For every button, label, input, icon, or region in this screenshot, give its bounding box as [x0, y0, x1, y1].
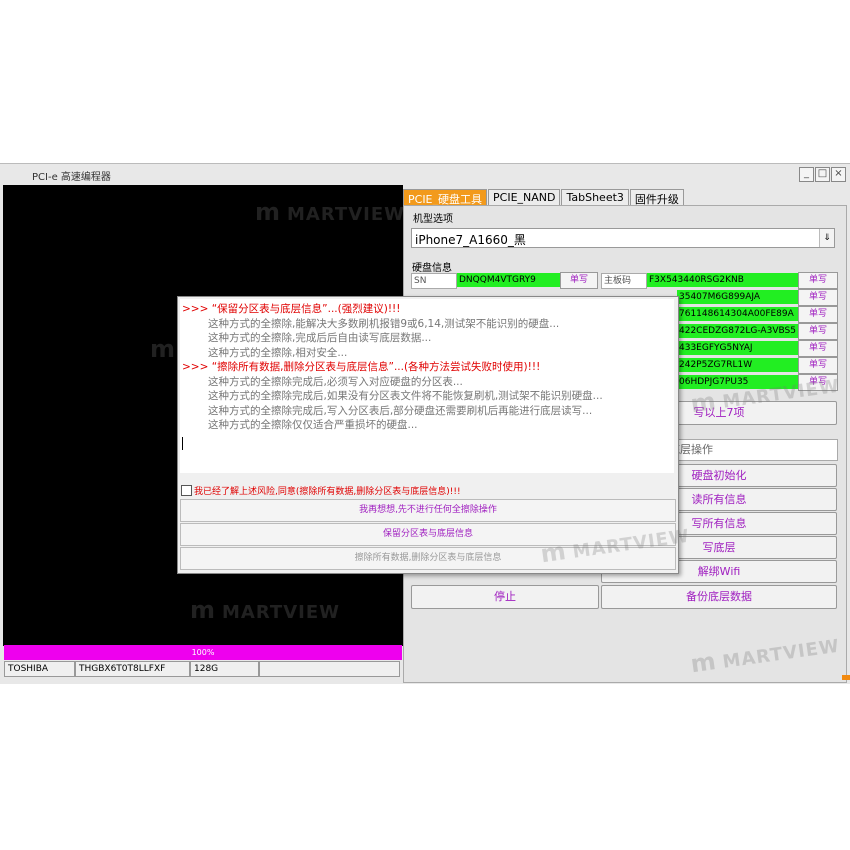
erase-all-option-detail: 这种方式的全擦除完成后,必须写入对应硬盘的分区表... [208, 375, 463, 388]
keep-option-detail: 这种方式的全擦除,能解决大多数刷机报错9或6,14,测试架不能识别的硬盘... [208, 317, 560, 330]
model-group-label: 机型选项 [413, 214, 453, 225]
keep-option-detail: 这种方式的全擦除,完成后后自由读写底层数据... [208, 332, 432, 344]
risk-consent[interactable]: 我已经了解上述风险,同意(擦除所有数据,删除分区表与底层信息)!!! [181, 484, 461, 497]
erase-all-option-detail: 这种方式的全擦除完成后,如果没有分区表文件将不能恢复刷机,测试架不能识别硬盘..… [208, 390, 603, 402]
close-icon[interactable]: × [831, 167, 846, 182]
model-select[interactable]: iPhone7_A1660_黑 ⇓ [411, 228, 835, 248]
sn-value: DNQQM4VTGRY9 [457, 273, 561, 287]
risk-consent-label: 我已经了解上述风险,同意(擦除所有数据,删除分区表与底层信息)!!! [194, 487, 461, 497]
text-caret [182, 436, 183, 450]
tab-tabsheet3[interactable]: TabSheet3 [561, 189, 629, 206]
chevron-down-icon[interactable]: ⇓ [819, 229, 834, 247]
status-bar: TOSHIBA THGBX6T0T8LLFXF 128G [4, 661, 400, 677]
status-extra [259, 661, 400, 677]
info-write-button-3[interactable]: 单写 [798, 323, 838, 340]
backup-layer-data-button[interactable]: 备份底层数据 [601, 585, 837, 609]
progress-label: 100% [191, 648, 215, 657]
info-value-5: 242P5ZG7RL1W [677, 358, 799, 372]
info-write-button-4[interactable]: 单写 [798, 340, 838, 357]
tab-pcie-nand[interactable]: PCIE_NAND [488, 189, 561, 206]
info-write-button-1[interactable]: 单写 [798, 289, 838, 306]
window-accent-bottom [842, 675, 850, 680]
progress-bar: 100% [4, 645, 402, 660]
erase-all-option-title: >>> “擦除所有数据,删除分区表与底层信息”...(各种方法尝试失败时使用)!… [182, 361, 541, 373]
title-bar: PCI-e 高速编程器 _ □ × [0, 164, 850, 184]
watermark: m MARTVIEW [255, 198, 405, 226]
board-write-button[interactable]: 单写 [798, 272, 838, 289]
keep-option-title: >>> “保留分区表与底层信息”...(强烈建议)!!! [182, 303, 401, 315]
layer-ops-label: 底层操作 [664, 439, 838, 461]
cancel-erase-button[interactable]: 我再想想,先不进行任何全擦除操作 [180, 499, 676, 522]
status-model: THGBX6T0T8LLFXF [75, 661, 190, 677]
erase-all-option-detail: 这种方式的全擦除仅仅适合严重损坏的硬盘... [208, 419, 418, 431]
keep-option-detail: 这种方式的全擦除,相对安全... [208, 346, 348, 359]
tab-bar: PCIE_硬盘工具 PCIE_NAND TabSheet3 固件升级 [403, 189, 685, 206]
tab-pcie-disk-tool[interactable]: PCIE_硬盘工具 [403, 189, 488, 206]
info-value-3: 422CEDZG872LG-A3VBS5 [677, 324, 799, 338]
window-controls: _ □ × [799, 167, 846, 182]
risk-consent-checkbox[interactable] [181, 485, 192, 496]
info-value-2: 761148614304A00FE89A [677, 307, 799, 321]
minimize-icon[interactable]: _ [799, 167, 814, 182]
window-title: PCI-e 高速编程器 [32, 172, 111, 183]
sn-label: SN [411, 273, 457, 289]
tab-firmware-upgrade[interactable]: 固件升级 [629, 189, 684, 206]
info-value-1: 35407M6G899AJA [677, 290, 799, 304]
model-select-value: iPhone7_A1660_黑 [415, 233, 526, 247]
watermark: m [150, 335, 177, 363]
status-vendor: TOSHIBA [4, 661, 75, 677]
status-capacity: 128G [190, 661, 259, 677]
sn-write-button[interactable]: 单写 [560, 272, 598, 289]
watermark: m MARTVIEW [190, 596, 340, 624]
board-value: F3X543440RSG2KNB [647, 273, 799, 287]
stop-button[interactable]: 停止 [411, 585, 599, 609]
dialog-message: >>> “保留分区表与底层信息”...(强烈建议)!!! 这种方式的全擦除,能解… [180, 299, 674, 473]
erase-all-option-detail: 这种方式的全擦除完成后,写入分区表后,部分硬盘还需要刷机后再能进行底层读写... [208, 404, 593, 417]
disk-info-label: 硬盘信息 [412, 263, 452, 274]
board-label: 主板码 [601, 273, 647, 289]
maximize-icon[interactable]: □ [815, 167, 830, 182]
info-value-4: 433EGFYG5NYAJ [677, 341, 799, 355]
info-write-button-2[interactable]: 单写 [798, 306, 838, 323]
